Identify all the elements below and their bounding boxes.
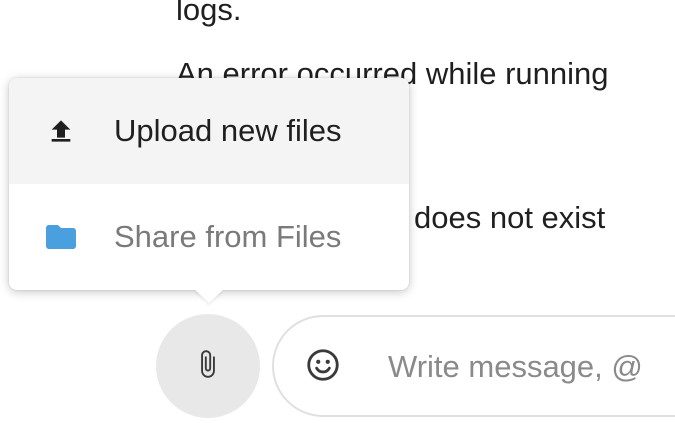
upload-new-files-item[interactable]: Upload new files	[9, 78, 409, 184]
chat-message-text: does not exist	[414, 200, 606, 235]
message-composer	[272, 315, 675, 417]
folder-icon	[43, 219, 79, 255]
attach-menu: Upload new files Share from Files	[9, 78, 409, 290]
emoji-button[interactable]	[304, 348, 342, 386]
chat-message-text: logs.	[176, 0, 242, 27]
smiley-icon	[304, 346, 342, 389]
chat-view: logs. An error occurred while running do…	[0, 0, 675, 423]
share-from-files-item[interactable]: Share from Files	[9, 184, 409, 290]
attach-button[interactable]	[156, 314, 260, 418]
message-input[interactable]	[388, 337, 675, 397]
paperclip-icon	[193, 349, 223, 384]
upload-icon	[43, 113, 79, 149]
upload-new-files-label: Upload new files	[114, 113, 342, 148]
share-from-files-label: Share from Files	[114, 219, 342, 254]
